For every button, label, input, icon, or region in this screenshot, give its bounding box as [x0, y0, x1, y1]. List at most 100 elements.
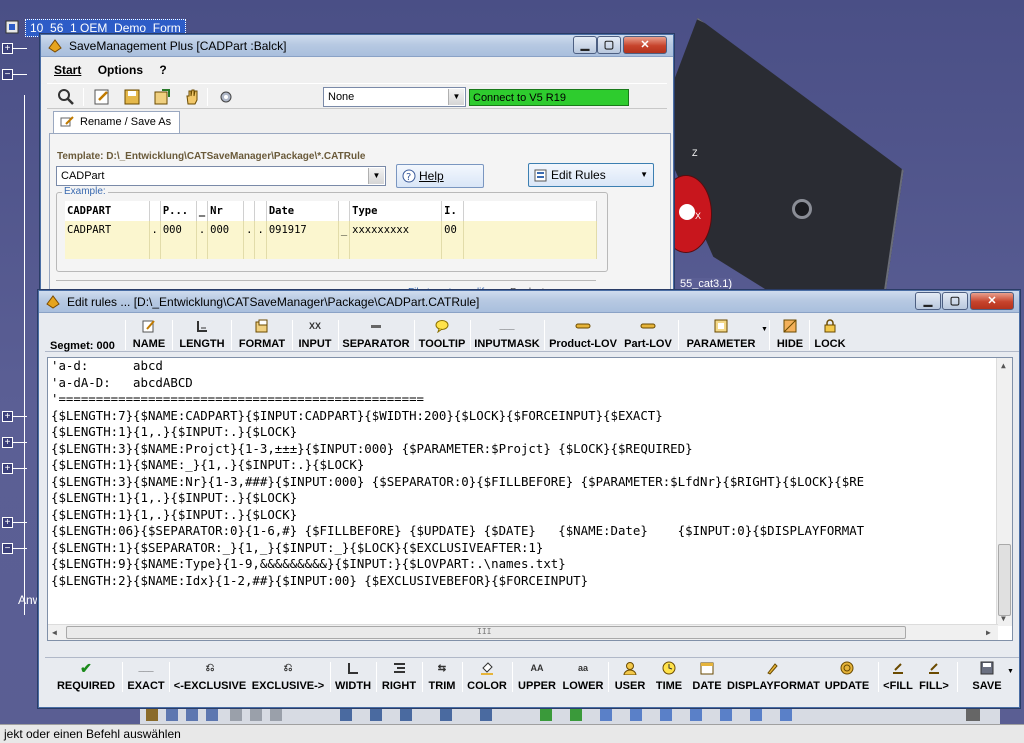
rule-line[interactable]: {$LENGTH:7}{$NAME:CADPART}{$INPUT:CADPAR… — [51, 408, 663, 424]
menu-help[interactable]: ? — [159, 63, 166, 77]
export-button[interactable] — [151, 87, 173, 107]
horizontal-scroll-thumb[interactable]: III — [66, 626, 906, 639]
product-lov-icon — [575, 323, 591, 329]
scroll-up-icon[interactable]: ▲ — [1001, 361, 1006, 370]
product-lov-button[interactable]: Product-LOV — [547, 318, 619, 352]
rules-editor[interactable]: 'a-d: abcd 'a-dA-D: abcdABCD '==========… — [47, 357, 1013, 641]
separator-button[interactable]: SEPARATOR — [341, 318, 411, 352]
maximize-button[interactable]: ▢ — [597, 36, 621, 54]
savemanager-titlebar[interactable]: SaveManagement Plus [CADPart :Balck] ▁ ▢… — [41, 35, 673, 57]
edit-rules-button[interactable]: Edit Rules ▼ — [528, 163, 654, 187]
format-button[interactable]: FORMAT — [235, 318, 289, 352]
rule-line[interactable]: {$LENGTH:3}{$NAME:Nr}{1-3,###}{$INPUT:00… — [51, 474, 864, 490]
rule-line[interactable]: {$LENGTH:2}{$NAME:Idx}{1-2,##}{$INPUT:00… — [51, 573, 588, 589]
close-button[interactable]: ✕ — [623, 36, 667, 54]
collapse-icon[interactable]: − — [2, 69, 13, 80]
hide-button[interactable]: HIDE — [773, 318, 807, 352]
rule-line[interactable]: {$LENGTH:1}{$NAME:_}{1,.}{$INPUT:.}{$LOC… — [51, 457, 364, 473]
update-button[interactable]: UPDATE — [819, 660, 875, 694]
chevron-down-icon[interactable]: ▼ — [368, 168, 384, 184]
expand-icon[interactable]: + — [2, 437, 13, 448]
expand-icon[interactable]: + — [2, 411, 13, 422]
rule-line[interactable]: {$LENGTH:1}{$SEPARATOR:_}{1,_}{$INPUT:_}… — [51, 540, 543, 556]
parameter-button[interactable]: PARAMETER — [681, 318, 761, 352]
toolbar-separator — [169, 662, 170, 692]
minimize-button[interactable]: ▁ — [915, 292, 941, 310]
lower-button[interactable]: aa LOWER — [561, 660, 605, 694]
help-button[interactable]: ? Help — [396, 164, 484, 188]
rule-line[interactable]: {$LENGTH:9}{$NAME:Type}{1-9,&&&&&&&&&}{$… — [51, 556, 566, 572]
save-rules-button[interactable]: SAVE — [967, 660, 1007, 694]
chevron-down-icon[interactable]: ▼ — [448, 89, 464, 105]
tab-rename-save-as[interactable]: Rename / Save As — [53, 111, 181, 133]
chevron-down-icon[interactable]: ▼ — [640, 170, 648, 179]
rule-line[interactable]: {$LENGTH:1}{1,.}{$INPUT:.}{$LOCK} — [51, 424, 297, 440]
date-button[interactable]: DATE — [689, 660, 725, 694]
menu-start[interactable]: Start — [54, 63, 81, 77]
part-lov-button[interactable]: Part-LOV — [621, 318, 675, 352]
close-button[interactable]: ✕ — [970, 292, 1014, 310]
collapse-icon[interactable]: − — [2, 543, 13, 554]
exclusive-right-button[interactable]: ⎌ EXCLUSIVE-> — [250, 660, 326, 694]
tree-node[interactable]: − — [2, 542, 40, 556]
lock-button[interactable]: LOCK — [812, 318, 848, 352]
rule-line[interactable]: 'a-d: abcd — [51, 358, 163, 374]
rule-line[interactable]: {$LENGTH:1}{1,.}{$INPUT:.}{$LOCK} — [51, 507, 297, 523]
time-button[interactable]: TIME — [651, 660, 687, 694]
tree-node[interactable]: + — [2, 462, 40, 476]
rule-line[interactable]: {$LENGTH:06}{$SEPARATOR:0}{1-6,#} {$FILL… — [51, 523, 864, 539]
user-button[interactable]: USER — [611, 660, 649, 694]
rule-line[interactable]: '=======================================… — [51, 391, 424, 407]
rule-line[interactable]: {$LENGTH:3}{$NAME:Projct}{1-3,±±±}{$INPU… — [51, 441, 693, 457]
tree-node[interactable]: + — [2, 516, 40, 530]
width-button[interactable]: WIDTH — [333, 660, 373, 694]
upper-button[interactable]: AA UPPER — [515, 660, 559, 694]
edit-rules-titlebar[interactable]: Edit rules ... [D:\_Entwicklung\CATSaveM… — [39, 291, 1019, 313]
right-button[interactable]: RIGHT — [379, 660, 419, 694]
hand-button[interactable] — [181, 87, 203, 107]
example-header-cell: Type — [349, 201, 443, 221]
expand-icon[interactable]: + — [2, 463, 13, 474]
tree-node[interactable]: + — [2, 410, 40, 424]
minimize-button[interactable]: ▁ — [573, 36, 597, 54]
input-button[interactable]: XX INPUT — [295, 318, 335, 352]
scroll-left-icon[interactable]: ◀ — [52, 628, 57, 637]
tree-node[interactable]: + — [2, 436, 40, 450]
inputmask-button[interactable]: ___ INPUTMASK — [473, 318, 541, 352]
chevron-down-icon[interactable]: ▼ — [1007, 668, 1014, 675]
displayformat-button[interactable]: DISPLAYFORMAT — [727, 660, 820, 694]
trim-button[interactable]: ⇆ TRIM — [425, 660, 459, 694]
example-value-cell: 00 — [441, 221, 465, 259]
vertical-scroll-thumb[interactable] — [998, 544, 1011, 616]
fill-left-button[interactable]: <FILL — [881, 660, 915, 694]
tree-node[interactable]: + — [2, 42, 40, 56]
vertical-scrollbar[interactable]: ▲ ▼ — [996, 358, 1012, 626]
scroll-right-icon[interactable]: ▶ — [986, 628, 991, 637]
tree-node[interactable]: − — [2, 68, 40, 82]
chevron-down-icon[interactable]: ▼ — [761, 326, 768, 333]
menu-options[interactable]: Options — [98, 63, 143, 77]
maximize-button[interactable]: ▢ — [942, 292, 968, 310]
fill-right-button[interactable]: FILL> — [917, 660, 951, 694]
rule-line[interactable]: 'a-dA-D: abcdABCD — [51, 375, 193, 391]
exclusive-left-button[interactable]: ⎌ <-EXCLUSIVE — [172, 660, 248, 694]
settings-button[interactable] — [215, 87, 237, 107]
color-button[interactable]: COLOR — [465, 660, 509, 694]
none-combo[interactable]: None ▼ — [323, 87, 466, 107]
edit-button[interactable] — [91, 87, 113, 107]
save-button[interactable] — [121, 87, 143, 107]
edit-rules-window[interactable]: Edit rules ... [D:\_Entwicklung\CATSaveM… — [38, 290, 1020, 708]
expand-icon[interactable]: + — [2, 517, 13, 528]
name-button[interactable]: NAME — [129, 318, 169, 352]
rule-line[interactable]: {$LENGTH:1}{1,.}{$INPUT:.}{$LOCK} — [51, 490, 297, 506]
tooltip-button[interactable]: TOOLTIP — [417, 318, 467, 352]
scroll-down-icon[interactable]: ▼ — [1001, 614, 1006, 623]
horizontal-scrollbar[interactable]: ◀ III ▶ — [48, 624, 998, 640]
required-button[interactable]: ✔ REQUIRED — [53, 660, 119, 694]
savemanager-window[interactable]: SaveManagement Plus [CADPart :Balck] ▁ ▢… — [40, 34, 674, 304]
search-button[interactable] — [55, 87, 77, 107]
length-button[interactable]: LENGTH — [176, 318, 228, 352]
template-combo[interactable]: CADPart ▼ — [56, 166, 386, 186]
expand-icon[interactable]: + — [2, 43, 13, 54]
exact-button[interactable]: ___ EXACT — [125, 660, 167, 694]
